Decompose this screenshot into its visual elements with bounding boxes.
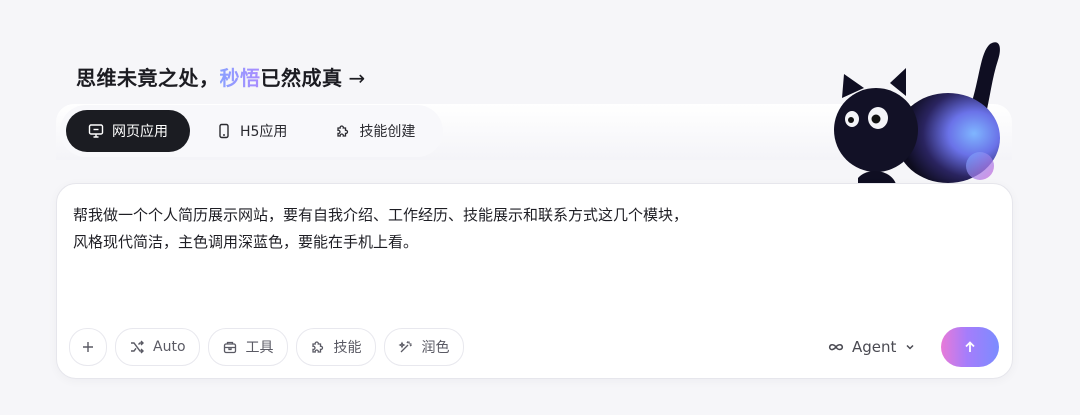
tab-h5-app[interactable]: H5应用 bbox=[194, 110, 309, 152]
magic-wand-icon bbox=[398, 341, 412, 353]
auto-label: Auto bbox=[153, 339, 186, 355]
polish-button[interactable]: 润色 bbox=[383, 328, 464, 366]
puzzle-icon bbox=[311, 341, 323, 353]
auto-mode-button[interactable]: Auto bbox=[115, 328, 200, 366]
agent-label: Agent bbox=[852, 338, 897, 356]
shuffle-icon bbox=[131, 340, 144, 354]
skills-button[interactable]: 技能 bbox=[295, 328, 376, 366]
tab-skill-create[interactable]: 技能创建 bbox=[313, 110, 437, 152]
prompt-textarea[interactable]: 帮我做一个个人简历展示网站，要有自我介绍、工作经历、技能展示和联系方式这几个模块… bbox=[73, 202, 833, 256]
tools-label: 工具 bbox=[245, 340, 274, 356]
plus-icon bbox=[83, 342, 93, 352]
tab-web-app[interactable]: 网页应用 bbox=[66, 110, 190, 152]
input-toolbar: Auto 工具 技能 润色 bbox=[69, 327, 464, 367]
agent-selector[interactable]: Agent bbox=[828, 337, 916, 357]
prompt-line: 风格现代简洁，主色调用深蓝色，要能在手机上看。 bbox=[73, 233, 419, 251]
tab-label: 网页应用 bbox=[112, 124, 168, 140]
toolbox-icon bbox=[223, 341, 236, 354]
puzzle-icon bbox=[337, 125, 349, 137]
tab-label: H5应用 bbox=[240, 124, 288, 140]
infinity-icon bbox=[828, 344, 844, 351]
add-button[interactable] bbox=[69, 328, 107, 366]
prompt-input-card: 帮我做一个个人简历展示网站，要有自我介绍、工作经历、技能展示和联系方式这几个模块… bbox=[56, 183, 1013, 379]
tools-button[interactable]: 工具 bbox=[207, 328, 288, 366]
chevron-down-icon bbox=[906, 344, 914, 350]
headline-text: 思维未竟之处， bbox=[76, 66, 220, 90]
tab-label: 技能创建 bbox=[359, 124, 416, 140]
arrow-up-icon bbox=[965, 341, 975, 352]
phone-icon bbox=[219, 123, 229, 139]
page-headline: 思维未竟之处，秒悟已然成真 → bbox=[76, 62, 366, 91]
monitor-icon bbox=[88, 124, 104, 138]
skills-label: 技能 bbox=[333, 340, 362, 356]
polish-label: 润色 bbox=[421, 340, 450, 356]
prompt-line: 帮我做一个个人简历展示网站，要有自我介绍、工作经历、技能展示和联系方式这几个模块… bbox=[73, 206, 689, 224]
mode-tabs: 网页应用 H5应用 技能创建 bbox=[60, 105, 444, 157]
send-button[interactable] bbox=[941, 327, 999, 367]
headline-text-end: 已然成真 bbox=[260, 66, 343, 90]
headline-arrow-icon[interactable]: → bbox=[349, 66, 366, 90]
headline-accent: 秒悟 bbox=[219, 66, 261, 90]
